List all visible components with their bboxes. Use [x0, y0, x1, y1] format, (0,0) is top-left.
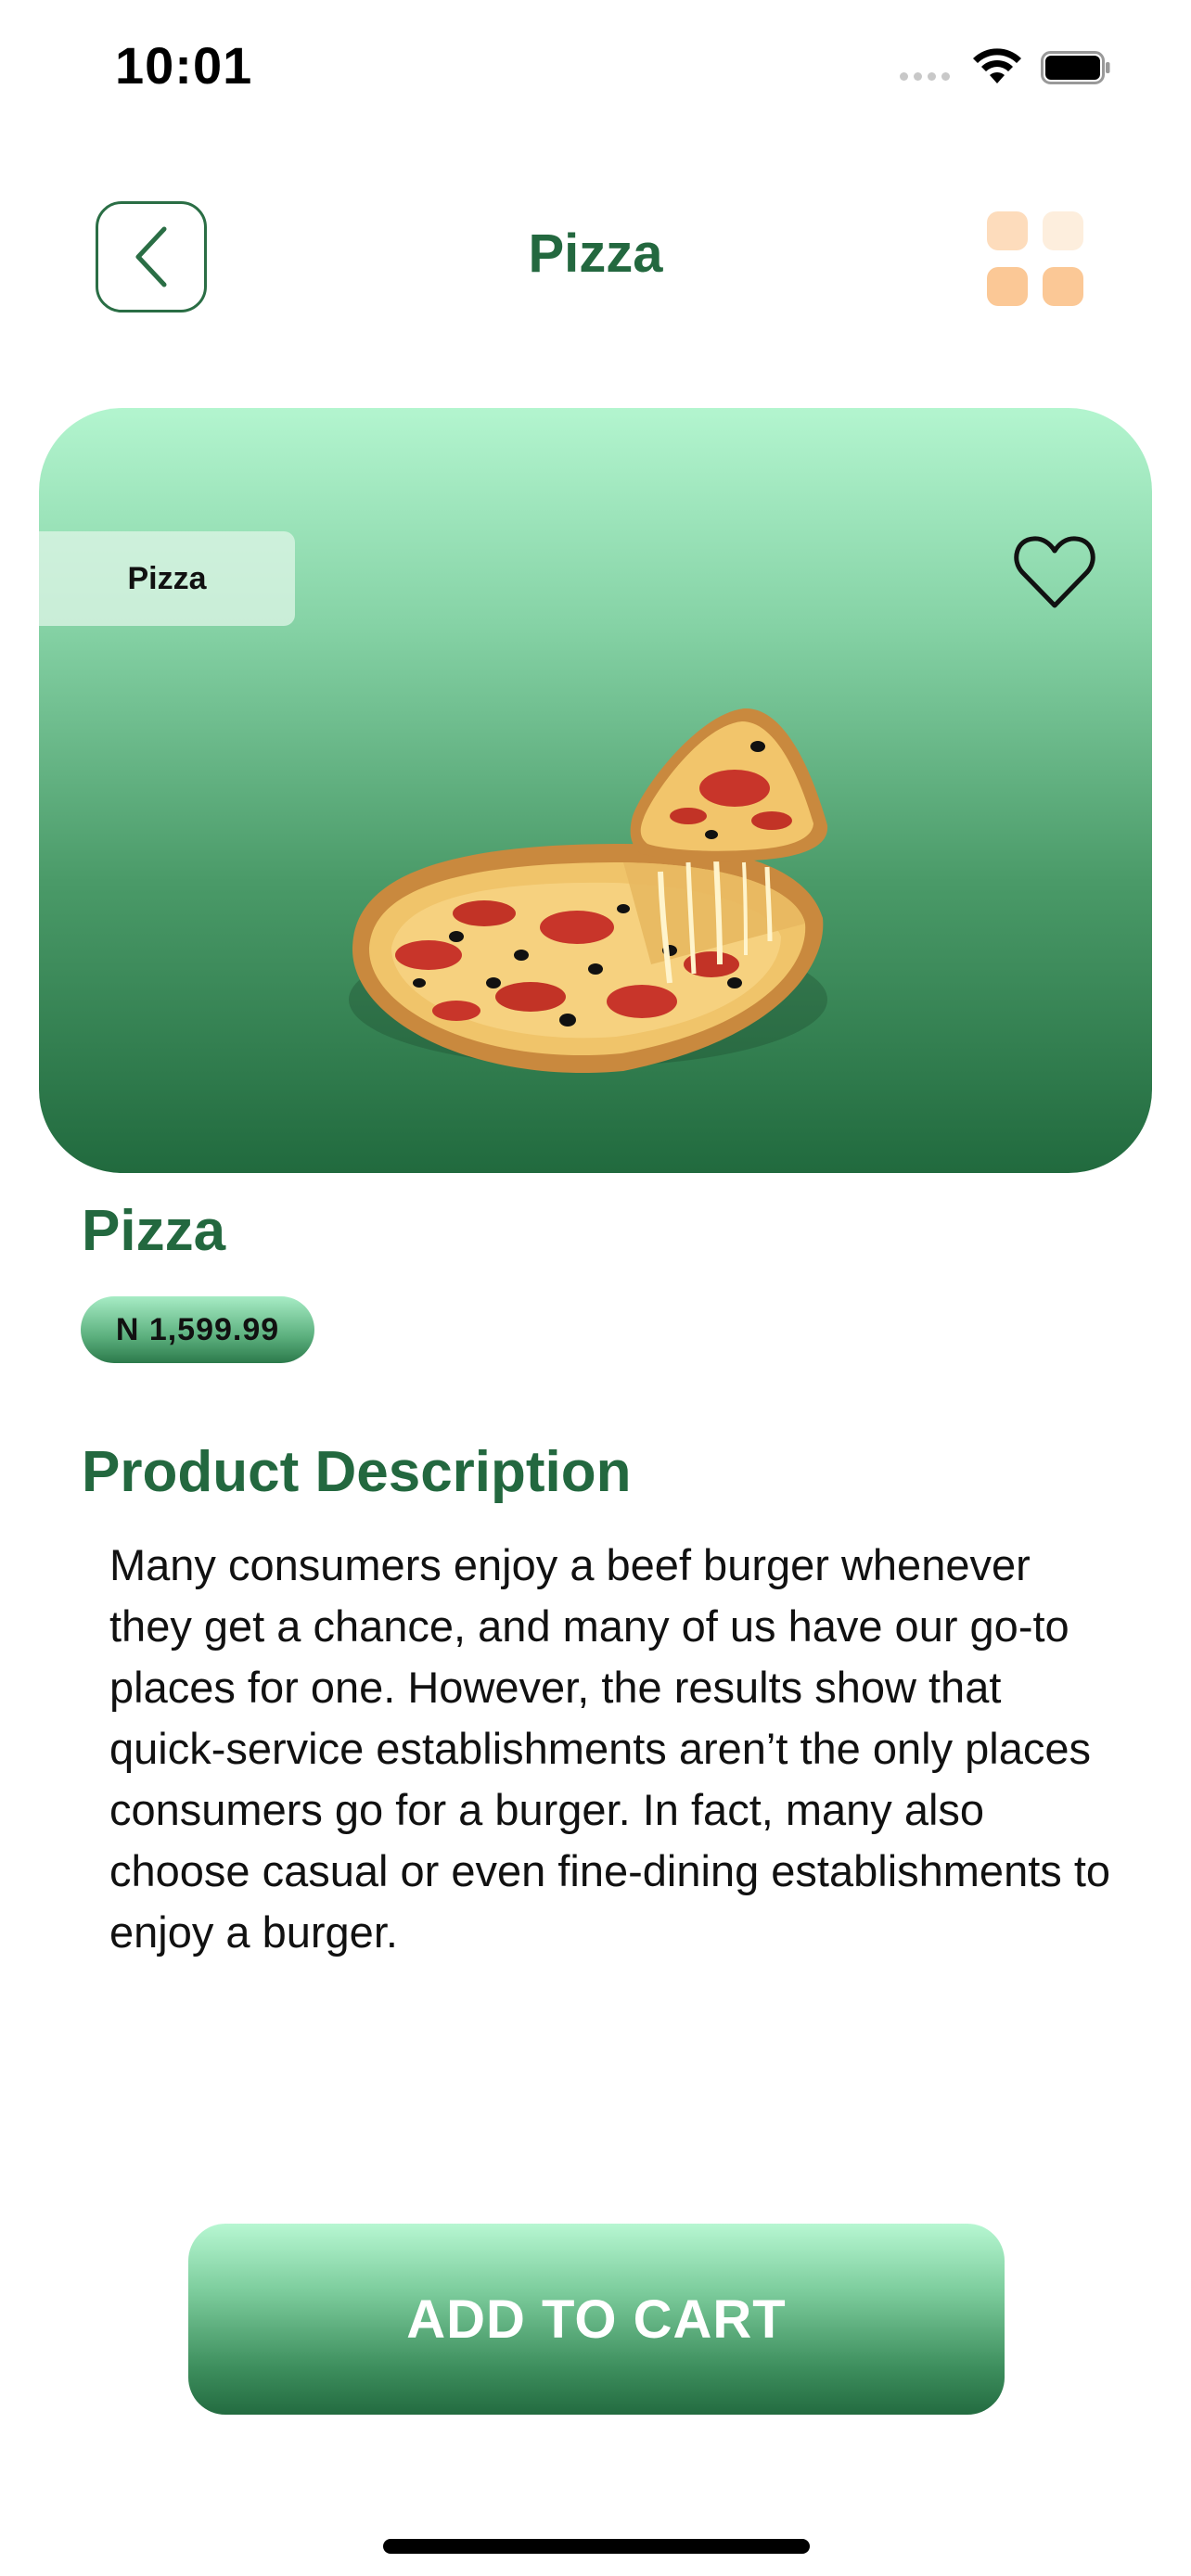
grid-icon	[987, 211, 1028, 250]
heart-outline-icon[interactable]	[1013, 533, 1096, 611]
cellular-signal-icon	[900, 72, 950, 81]
description-heading: Product Description	[82, 1440, 632, 1504]
price-badge: N 1,599.99	[81, 1296, 314, 1363]
battery-icon	[1041, 51, 1110, 84]
status-time: 10:01	[115, 36, 253, 95]
pizza-image	[349, 708, 828, 1074]
add-to-cart-button[interactable]: ADD TO CART	[188, 2224, 1005, 2415]
product-name: Pizza	[82, 1199, 226, 1263]
grid-menu-button[interactable]	[987, 211, 1085, 308]
home-indicator[interactable]	[383, 2539, 810, 2554]
category-chip: Pizza	[39, 531, 295, 626]
product-hero-card: Pizza	[39, 408, 1152, 1173]
description-text: Many consumers enjoy a beef burger whene…	[109, 1540, 1111, 1957]
wifi-icon	[973, 48, 1021, 83]
